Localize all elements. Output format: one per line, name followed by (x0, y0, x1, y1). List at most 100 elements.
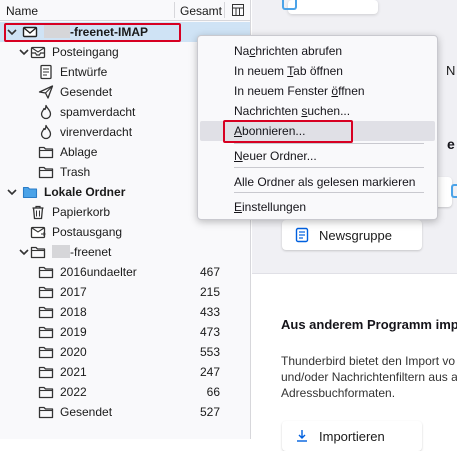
column-divider[interactable] (224, 2, 225, 18)
folder-label: Gesendet (60, 85, 113, 99)
folder-label: Papierkorb (52, 205, 111, 219)
folder-context-menu: Nachrichten abrufen In neuem Tab öffnen In… (197, 35, 438, 220)
menu-item-einstellungen[interactable]: Einstellungen (200, 197, 435, 217)
folder-row-2019[interactable]: 2019 473 (0, 322, 250, 342)
import-text-line-2: und/oder Nachrichtenfiltern aus a (281, 370, 457, 384)
folder-icon (38, 306, 54, 319)
menu-item-fenster[interactable]: In neuem Fenster öffnen (200, 81, 435, 101)
folder-total-count: 473 (199, 325, 220, 339)
folder-label: 2018 (60, 305, 87, 319)
folder-icon (38, 286, 54, 299)
column-name-header[interactable]: Name (6, 4, 38, 18)
menu-item-label: Nachrichten abrufen (234, 44, 343, 58)
newsgroup-icon (295, 227, 309, 243)
folder-row-2021[interactable]: 2021 247 (0, 362, 250, 382)
menu-item-gelesen[interactable]: Alle Ordner als gelesen markieren (200, 172, 435, 192)
folder-label: 2016undaelter (60, 265, 137, 279)
flame-icon (40, 124, 52, 140)
folder-label: virenverdacht (60, 125, 133, 139)
folder-icon (30, 246, 46, 259)
folder-label: Lokale Ordner (44, 185, 126, 199)
partial-text-n: N (446, 63, 456, 78)
folder-label: Entwürfe (60, 65, 108, 79)
folder-icon (38, 266, 54, 279)
partial-button-icon (451, 184, 457, 198)
highlight-box (4, 23, 181, 42)
menu-separator (234, 192, 424, 193)
folder-label: 2020 (60, 345, 87, 359)
trash-icon (32, 205, 44, 220)
import-button-label: Importieren (319, 429, 385, 444)
folder-row-2022[interactable]: 2022 66 (0, 382, 250, 402)
folder-total-count: 527 (199, 405, 220, 419)
folder-icon (38, 366, 54, 379)
folder-total-count: 467 (199, 265, 220, 279)
folder-row-2017[interactable]: 2017 215 (0, 282, 250, 302)
sent-icon (38, 85, 54, 99)
flame-icon (40, 104, 52, 120)
menu-separator (234, 143, 424, 144)
folder-icon (38, 346, 54, 359)
folder-row-2018[interactable]: 2018 433 (0, 302, 250, 322)
menu-item-label: Nachrichten suchen... (234, 104, 351, 118)
top-card-icon (282, 0, 297, 10)
menu-item-suchen[interactable]: Nachrichten suchen... (200, 101, 435, 121)
folder-label: -freenet (52, 245, 111, 259)
folder-icon (38, 386, 54, 399)
import-button[interactable]: Importieren (282, 421, 422, 451)
menu-item-tab[interactable]: In neuem Tab öffnen (200, 61, 435, 81)
menu-item-abrufen[interactable]: Nachrichten abrufen (200, 41, 435, 61)
menu-item-label: Neuer Ordner... (234, 149, 317, 163)
folder-column-header: Name Gesamt (0, 0, 250, 21)
outbox-icon (30, 226, 46, 239)
folder-label: 2019 (60, 325, 87, 339)
import-text-line-3: Adressbuchformaten. (281, 386, 396, 400)
folder-icon (38, 166, 54, 179)
chevron-down-icon[interactable] (6, 186, 18, 198)
column-picker-icon[interactable] (231, 3, 245, 17)
folder-total-count: 215 (199, 285, 220, 299)
folder-icon (38, 406, 54, 419)
import-icon (297, 430, 307, 442)
inbox-icon (30, 46, 46, 59)
column-divider[interactable] (174, 2, 175, 18)
folder-row-2020[interactable]: 2020 553 (0, 342, 250, 362)
menu-item-label: Einstellungen (234, 200, 307, 214)
folder-total-count: 433 (199, 305, 220, 319)
menu-separator (234, 167, 424, 168)
folder-label: 2022 (60, 385, 87, 399)
drafts-icon (40, 64, 52, 80)
folder-row-postausgang[interactable]: Postausgang (0, 222, 250, 242)
chevron-down-icon[interactable] (18, 46, 30, 58)
folder-row-gesendet2[interactable]: Gesendet 527 (0, 402, 250, 422)
newsgroup-button-label: Newsgruppe (319, 228, 392, 243)
partial-text-e: e (447, 136, 455, 152)
folder-label: 2021 (60, 365, 87, 379)
folder-total-count: 247 (199, 365, 220, 379)
folder-label: Ablage (60, 145, 98, 159)
column-total-header[interactable]: Gesamt (180, 4, 222, 18)
folder-row-freenet[interactable]: -freenet (0, 242, 250, 262)
local-folder-icon (22, 186, 38, 199)
menu-item-label: In neuem Fenster öffnen (234, 84, 365, 98)
folder-total-count: 553 (199, 345, 220, 359)
menu-item-neuer-ordner[interactable]: Neuer Ordner... (200, 146, 435, 166)
folder-label: 2017 (60, 285, 87, 299)
menu-item-label: Alle Ordner als gelesen markieren (234, 175, 416, 189)
newsgroup-button[interactable]: Newsgruppe (282, 220, 422, 250)
folder-label: Postausgang (52, 225, 123, 239)
folder-label: Gesendet (60, 405, 113, 419)
folder-icon (38, 326, 54, 339)
folder-row-2016undaelter[interactable]: 2016undaelter 467 (0, 262, 250, 282)
highlight-box (223, 120, 353, 143)
chevron-down-icon[interactable] (18, 246, 30, 258)
menu-item-abonnieren[interactable]: Abonnieren... (200, 120, 435, 143)
folder-icon (38, 146, 54, 159)
top-card (288, 0, 378, 14)
menu-item-label: In neuem Tab öffnen (234, 64, 343, 78)
import-section: Aus anderem Programm imp Thunderbird bie… (252, 273, 457, 451)
folder-label: Posteingang (52, 45, 119, 59)
redacted-text (52, 245, 70, 258)
import-heading: Aus anderem Programm imp (281, 317, 457, 332)
folder-label: spamverdacht (60, 105, 136, 119)
